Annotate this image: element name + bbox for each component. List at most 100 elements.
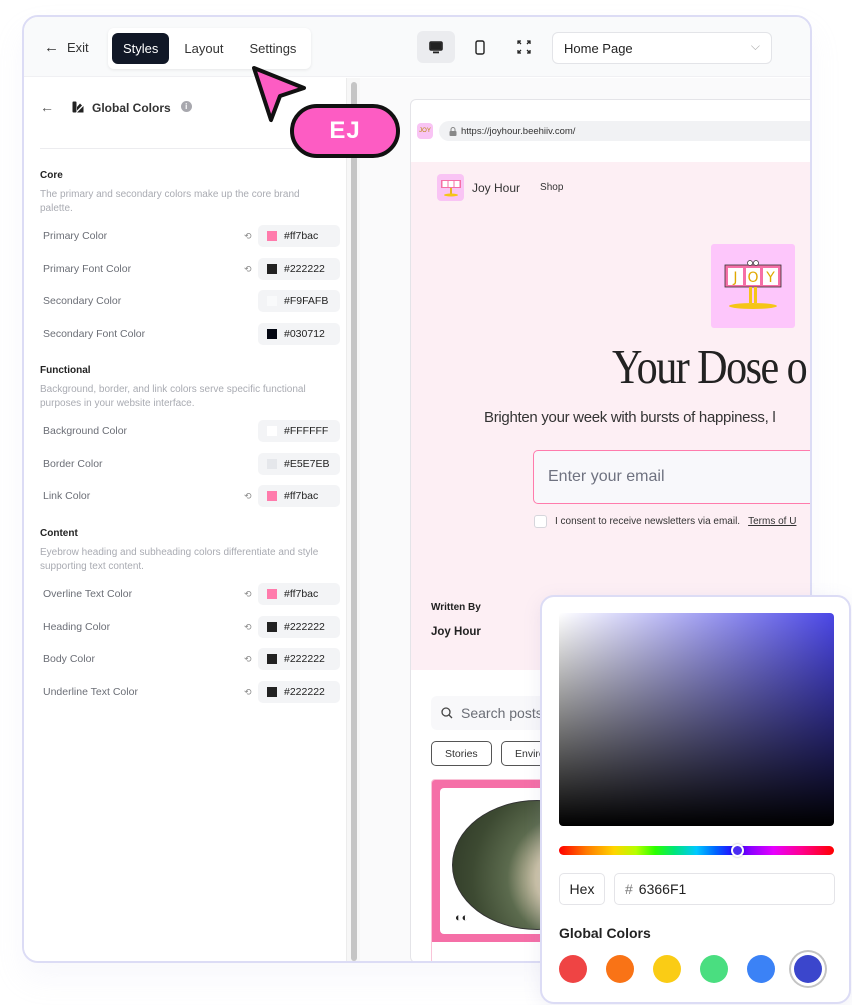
chevron-down-icon: ⌵ bbox=[750, 39, 760, 53]
color-value-button[interactable]: #FFFFFF bbox=[258, 420, 340, 442]
lock-icon bbox=[449, 126, 457, 136]
color-value-button[interactable]: #ff7bac bbox=[258, 225, 340, 247]
color-mode-select[interactable]: Hex bbox=[559, 873, 605, 905]
hue-slider-handle[interactable] bbox=[730, 844, 744, 857]
editor-tabs: Styles Layout Settings bbox=[108, 28, 312, 69]
color-hex-value: #222222 bbox=[284, 262, 325, 275]
site-hero: Joy Hour Shop J O Y Your Dose o Brighten… bbox=[411, 162, 810, 670]
tab-layout[interactable]: Layout bbox=[173, 33, 234, 64]
color-value-button[interactable]: #E5E7EB bbox=[258, 452, 340, 475]
color-value-button[interactable]: #222222 bbox=[258, 615, 340, 638]
site-name[interactable]: Joy Hour bbox=[472, 181, 520, 195]
author-name[interactable]: Joy Hour bbox=[431, 626, 481, 638]
color-swatch bbox=[267, 296, 277, 306]
hex-value: 6366F1 bbox=[638, 881, 687, 897]
hero-subtitle: Brighten your week with bursts of happin… bbox=[484, 409, 776, 426]
color-setting-label: Link Color bbox=[43, 490, 91, 503]
reset-icon[interactable]: ⟲ bbox=[244, 654, 252, 665]
hex-input[interactable]: # 6366F1 bbox=[614, 873, 835, 905]
saturation-area[interactable] bbox=[559, 613, 834, 826]
global-color-swatch[interactable] bbox=[794, 955, 822, 983]
reset-icon[interactable]: ⟲ bbox=[244, 622, 252, 633]
scrollbar-thumb[interactable] bbox=[351, 82, 357, 961]
svg-text:J: J bbox=[732, 270, 737, 286]
color-setting-label: Border Color bbox=[43, 457, 103, 470]
section-heading: Core bbox=[40, 170, 63, 181]
global-colors-title: Global Colors bbox=[559, 925, 651, 941]
hue-slider[interactable] bbox=[559, 846, 834, 855]
styles-sidebar: ← Global Colors i Core The primary and s… bbox=[24, 78, 346, 961]
mobile-view-button[interactable] bbox=[461, 31, 499, 63]
email-input[interactable]: Enter your email bbox=[533, 450, 810, 504]
mobile-icon bbox=[475, 39, 485, 55]
color-setting-label: Underline Text Color bbox=[43, 685, 138, 698]
url-field[interactable]: https://joyhour.beehiiv.com/ bbox=[439, 121, 810, 141]
svg-text:Y: Y bbox=[765, 270, 775, 286]
reset-icon[interactable]: ⟲ bbox=[244, 589, 252, 600]
tab-styles[interactable]: Styles bbox=[112, 33, 170, 64]
url-text: https://joyhour.beehiiv.com/ bbox=[461, 125, 576, 137]
consent-row: I consent to receive newsletters via ema… bbox=[534, 515, 796, 528]
sidebar-scrollbar[interactable] bbox=[346, 78, 360, 961]
site-nav: Joy Hour Shop bbox=[437, 174, 563, 201]
color-swatch bbox=[267, 621, 277, 632]
color-hex-value: #222222 bbox=[284, 653, 325, 665]
color-swatch bbox=[267, 654, 277, 664]
color-setting-row: Heading Color ⟲ #222222 bbox=[40, 611, 346, 644]
color-setting-label: Body Color bbox=[43, 653, 95, 666]
color-swatch bbox=[267, 328, 277, 339]
color-hex-value: #222222 bbox=[284, 620, 325, 633]
color-rows: Background Color #FFFFFF Border Color #E5E7… bbox=[40, 415, 346, 513]
page-select[interactable]: Home Page ⌵ bbox=[552, 32, 772, 64]
reset-icon[interactable]: ⟲ bbox=[244, 264, 252, 275]
color-value-button[interactable]: #222222 bbox=[258, 680, 340, 703]
color-value-button[interactable]: #222222 bbox=[258, 257, 340, 280]
color-hex-value: #E5E7EB bbox=[284, 457, 330, 470]
info-icon[interactable]: i bbox=[180, 101, 192, 112]
global-color-swatch[interactable] bbox=[559, 955, 587, 983]
fullscreen-button[interactable] bbox=[505, 31, 543, 63]
search-icon bbox=[441, 707, 453, 719]
reset-icon[interactable]: ⟲ bbox=[244, 687, 252, 698]
search-placeholder: Search posts bbox=[461, 705, 543, 721]
hero-logo: J O Y bbox=[711, 244, 795, 328]
color-swatch bbox=[267, 263, 277, 274]
color-setting-row: Primary Font Color ⟲ #222222 bbox=[40, 253, 346, 286]
color-value-button[interactable]: #222222 bbox=[258, 648, 340, 670]
nav-link-shop[interactable]: Shop bbox=[540, 182, 563, 193]
section-heading: Functional bbox=[40, 365, 91, 376]
reset-icon[interactable]: ⟲ bbox=[244, 231, 252, 242]
exit-button[interactable]: ← Exit bbox=[44, 39, 89, 56]
global-color-swatch[interactable] bbox=[653, 955, 681, 983]
color-swatch bbox=[267, 231, 277, 241]
color-value-button[interactable]: #030712 bbox=[258, 322, 340, 345]
desktop-view-button[interactable] bbox=[417, 31, 455, 63]
color-swatch bbox=[267, 686, 277, 697]
desktop-icon bbox=[429, 40, 443, 53]
color-swatch bbox=[267, 589, 277, 599]
terms-link[interactable]: Terms of U bbox=[748, 516, 796, 527]
color-setting-label: Secondary Font Color bbox=[43, 327, 146, 340]
global-color-swatch[interactable] bbox=[606, 955, 634, 983]
section-core: Core The primary and secondary colors ma… bbox=[40, 170, 346, 350]
global-color-swatch[interactable] bbox=[747, 955, 775, 983]
color-value-button[interactable]: #ff7bac bbox=[258, 583, 340, 605]
consent-checkbox[interactable] bbox=[534, 515, 547, 528]
filter-stories[interactable]: Stories bbox=[431, 741, 492, 766]
reset-icon[interactable]: ⟲ bbox=[244, 491, 252, 502]
color-setting-label: Primary Color bbox=[43, 230, 108, 243]
global-color-swatch[interactable] bbox=[700, 955, 728, 983]
color-value-button[interactable]: #F9FAFB bbox=[258, 290, 340, 312]
section-description: Eyebrow heading and subheading colors di… bbox=[40, 547, 319, 572]
color-hex-value: #ff7bac bbox=[284, 490, 319, 502]
color-swatch bbox=[267, 458, 277, 469]
favicon: JOY bbox=[417, 123, 433, 139]
site-logo[interactable] bbox=[437, 174, 464, 201]
color-value-button[interactable]: #ff7bac bbox=[258, 485, 340, 507]
global-color-swatches bbox=[559, 955, 822, 983]
color-rows: Primary Color ⟲ #ff7bac Primary Font Color ⟲… bbox=[40, 220, 346, 350]
device-toggle bbox=[417, 31, 543, 63]
tab-settings[interactable]: Settings bbox=[238, 33, 307, 64]
joy-sign-icon: J O Y bbox=[724, 260, 782, 309]
back-button[interactable]: ← bbox=[40, 99, 54, 115]
